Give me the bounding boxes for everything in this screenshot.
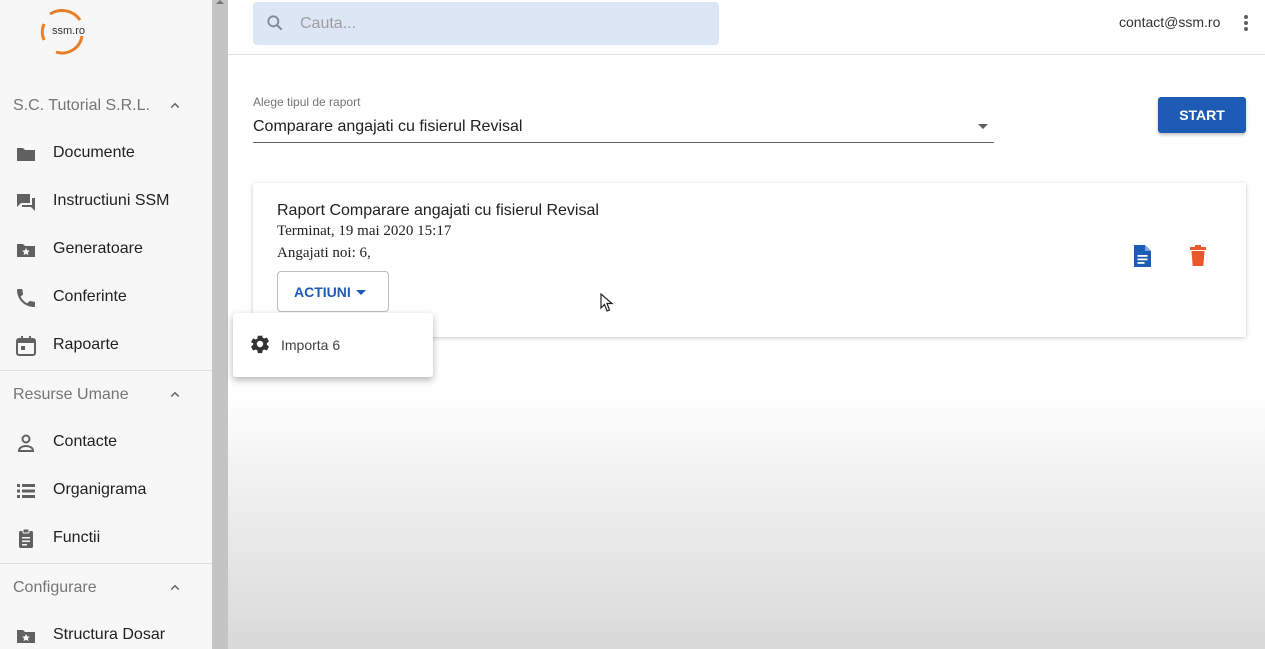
sidebar-item-contacte[interactable]: Contacte	[0, 419, 212, 467]
top-bar: contact@ssm.ro	[228, 0, 1265, 55]
sidebar-item-label: Generatoare	[53, 240, 143, 257]
dropdown-arrow-icon	[978, 124, 988, 129]
sidebar-item-label: Functii	[53, 529, 101, 546]
sidebar-divider	[0, 370, 212, 371]
delete-icon[interactable]	[1188, 244, 1208, 268]
chevron-up-icon	[170, 102, 180, 109]
section-header-resurse-umane[interactable]: Resurse Umane	[0, 372, 212, 418]
search-input[interactable]	[300, 12, 700, 36]
sidebar-scrollbar[interactable]	[212, 0, 228, 649]
report-title: Raport Comparare angajati cu fisierul Re…	[277, 202, 599, 219]
caret-down-icon	[356, 290, 366, 295]
section-title: Resurse Umane	[13, 386, 129, 403]
list-icon	[17, 484, 35, 498]
report-type-value: Comparare angajati cu fisierul Revisal	[253, 118, 523, 135]
sidebar-item-organigrama[interactable]: Organigrama	[0, 467, 212, 515]
forum-icon	[17, 194, 35, 211]
scroll-up-arrow-icon[interactable]	[215, 0, 225, 4]
sidebar-item-label: Structura Dosar	[53, 626, 166, 643]
report-type-select[interactable]: Comparare angajati cu fisierul Revisal	[253, 112, 994, 143]
more-vert-icon	[1244, 15, 1248, 31]
sidebar-item-label: Organigrama	[53, 481, 147, 498]
menu-item-importa[interactable]: Importa 6	[233, 321, 433, 367]
chevron-up-icon	[170, 584, 180, 591]
report-count: Angajati noi: 6,	[277, 245, 371, 261]
sidebar-item-conferinte[interactable]: Conferinte	[0, 274, 212, 322]
sidebar-item-label: Instructiuni SSM	[53, 192, 170, 209]
sidebar-item-label: Documente	[53, 144, 135, 161]
mouse-cursor-icon	[600, 293, 614, 312]
more-menu-button[interactable]	[1236, 11, 1256, 35]
sidebar-item-functii[interactable]: Functii	[0, 515, 212, 563]
section-title: S.C. Tutorial S.R.L.	[13, 97, 150, 114]
person-icon	[17, 434, 35, 452]
logo-text: ssm.ro	[52, 25, 85, 37]
sidebar-item-label: Rapoarte	[53, 336, 119, 353]
sidebar: ssm.ro S.C. Tutorial S.R.L. Documente In…	[0, 0, 212, 649]
clipboard-icon	[19, 528, 33, 548]
gear-icon	[251, 335, 269, 354]
start-button[interactable]: START	[1158, 97, 1246, 133]
sidebar-item-instructiuni[interactable]: Instructiuni SSM	[0, 178, 212, 226]
actions-button[interactable]: ACTIUNI	[277, 271, 389, 312]
calendar-icon	[16, 336, 36, 356]
search-icon	[267, 15, 283, 31]
search-box[interactable]	[253, 2, 719, 45]
actions-button-label: ACTIUNI	[294, 283, 351, 300]
folder-icon	[17, 148, 35, 161]
sidebar-item-label: Contacte	[53, 433, 118, 450]
sidebar-item-documente[interactable]: Documente	[0, 130, 212, 178]
sidebar-item-structura-dosar[interactable]: Structura Dosar	[0, 612, 212, 649]
folder-star-icon	[17, 244, 35, 257]
sidebar-item-rapoarte[interactable]: Rapoarte	[0, 322, 212, 370]
ssm-logo[interactable]: ssm.ro	[36, 6, 88, 56]
sidebar-divider	[0, 563, 212, 564]
user-email[interactable]: contact@ssm.ro	[1119, 14, 1220, 30]
section-title: Configurare	[13, 579, 97, 596]
section-header-configurare[interactable]: Configurare	[0, 565, 212, 611]
chevron-up-icon	[170, 391, 180, 398]
document-icon[interactable]	[1131, 244, 1153, 268]
actions-menu: Importa 6	[233, 313, 433, 377]
phone-icon	[17, 289, 35, 307]
report-status: Terminat, 19 mai 2020 15:17	[277, 223, 452, 239]
folder-star-icon	[17, 630, 35, 643]
sidebar-item-generatoare[interactable]: Generatoare	[0, 226, 212, 274]
menu-item-label: Importa 6	[281, 337, 341, 353]
section-header-company[interactable]: S.C. Tutorial S.R.L.	[0, 83, 212, 129]
report-type-label: Alege tipul de raport	[253, 95, 361, 109]
sidebar-item-label: Conferinte	[53, 288, 127, 305]
